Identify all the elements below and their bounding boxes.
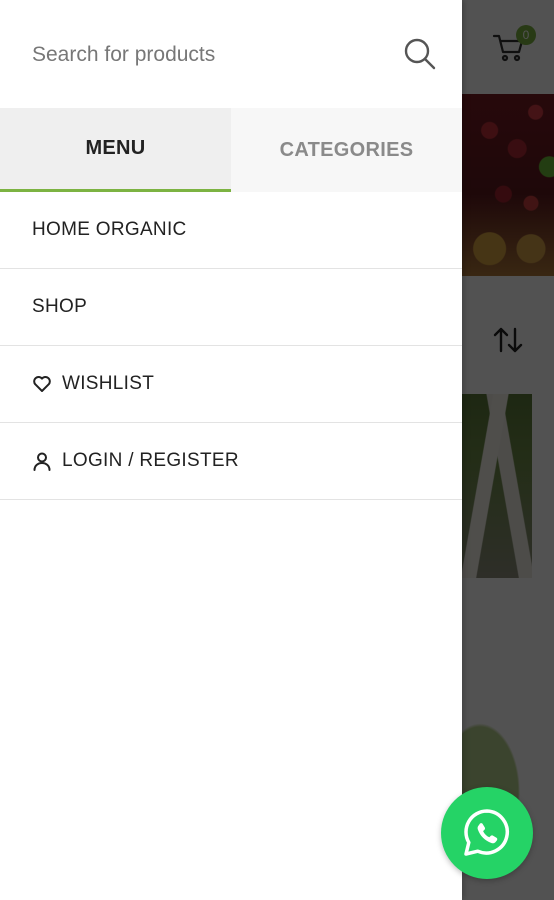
menu-item-label: SHOP [32, 296, 88, 317]
search-bar [0, 0, 462, 108]
whatsapp-icon [464, 809, 510, 856]
menu-item-shop[interactable]: SHOP [0, 269, 462, 346]
menu-item-login-register[interactable]: LOGIN / REGISTER [0, 423, 462, 500]
tab-menu[interactable]: MENU [0, 108, 231, 192]
user-icon [32, 451, 52, 471]
heart-icon [32, 374, 52, 394]
menu-item-home-organic[interactable]: HOME ORGANIC [0, 192, 462, 269]
whatsapp-button[interactable] [441, 787, 533, 879]
menu-item-label: WISHLIST [62, 373, 155, 394]
menu-list: HOME ORGANIC SHOP WISHLIST LOGIN / REGIS… [0, 192, 462, 500]
menu-item-label: HOME ORGANIC [32, 219, 187, 240]
mobile-nav-drawer: MENU CATEGORIES HOME ORGANIC SHOP WISHLI… [0, 0, 462, 900]
search-input[interactable] [32, 38, 392, 72]
menu-item-wishlist[interactable]: WISHLIST [0, 346, 462, 423]
drawer-tabs: MENU CATEGORIES [0, 108, 462, 192]
menu-item-label: LOGIN / REGISTER [62, 450, 239, 471]
tab-categories[interactable]: CATEGORIES [231, 108, 462, 192]
search-icon[interactable] [402, 36, 438, 72]
